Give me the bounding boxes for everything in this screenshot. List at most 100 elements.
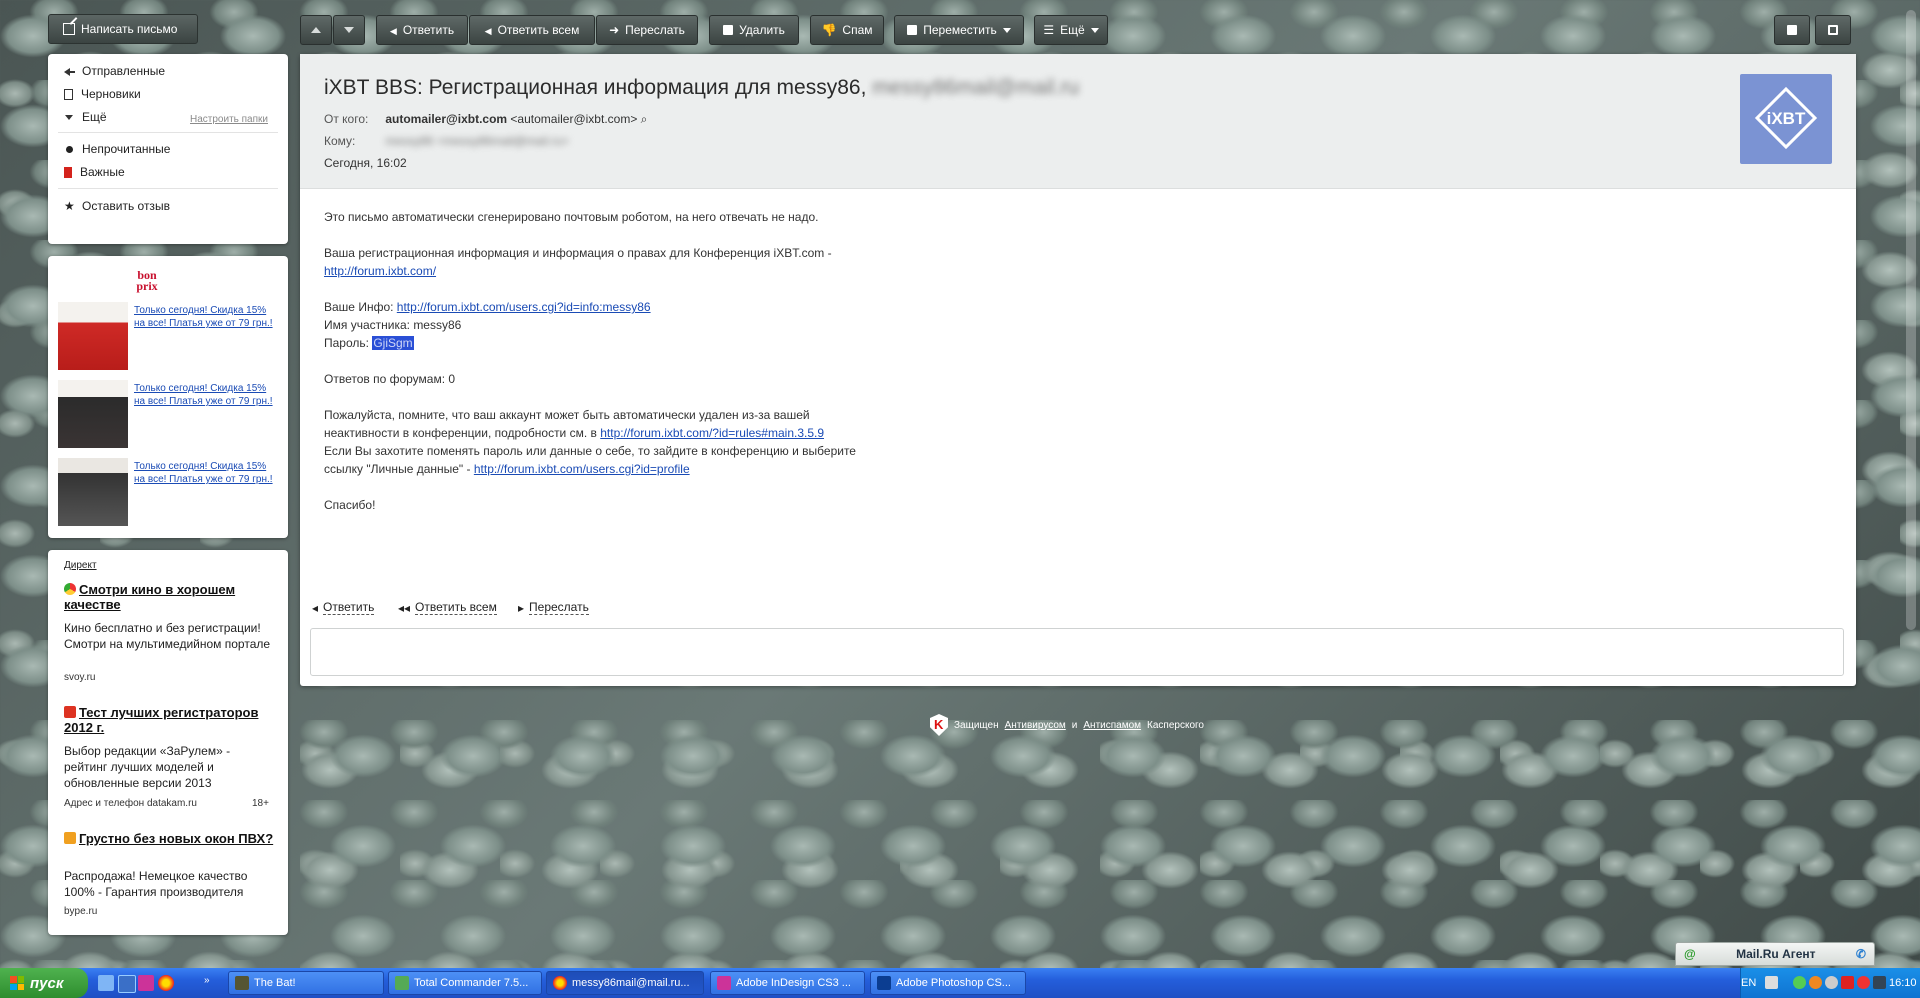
- direct-ad-desc: Распродажа! Немецкое качество 100% - Гар…: [64, 869, 248, 899]
- ad-link[interactable]: Только сегодня! Скидка 15% на все! Плать…: [134, 304, 280, 330]
- folders-panel: Отправленные Черновики Ещё Настроить пап…: [48, 54, 288, 244]
- spam-button[interactable]: 👎 Спам: [810, 15, 884, 45]
- setup-folders-link[interactable]: Настроить папки: [190, 114, 268, 125]
- task-thebat[interactable]: The Bat!: [228, 971, 384, 995]
- age-badge: 18+: [252, 798, 269, 809]
- task-total-commander[interactable]: Total Commander 7.5...: [388, 971, 542, 995]
- from-address[interactable]: <automailer@ixbt.com>: [510, 112, 637, 126]
- reply-button[interactable]: Ответить: [376, 15, 468, 45]
- folder-icon: [907, 25, 918, 35]
- folder-important[interactable]: Важные: [64, 165, 125, 179]
- compose-button[interactable]: Написать письмо: [48, 14, 198, 44]
- divider: [58, 188, 278, 189]
- search-icon[interactable]: ⌕: [641, 112, 648, 126]
- print-button[interactable]: [1774, 15, 1810, 45]
- ad-image[interactable]: [58, 380, 128, 448]
- folder-label: Ещё: [82, 110, 107, 124]
- info-link[interactable]: http://forum.ixbt.com/users.cgi?id=info:…: [397, 300, 651, 314]
- delete-button[interactable]: Удалить: [709, 15, 799, 45]
- indesign-icon: [717, 976, 731, 990]
- to-key: Кому:: [324, 134, 356, 148]
- direct-ad-title[interactable]: Грустно без новых окон ПВХ?: [64, 831, 274, 846]
- tray-app-icon[interactable]: [1841, 976, 1854, 989]
- posts-line: Ответов по форумам: 0: [324, 372, 456, 386]
- folder-unread[interactable]: Непрочитанные: [64, 142, 170, 156]
- profile-link[interactable]: http://forum.ixbt.com/users.cgi?id=profi…: [474, 462, 690, 476]
- page-scrollbar[interactable]: [1906, 10, 1916, 630]
- network-icon[interactable]: [1873, 976, 1886, 989]
- d-logo-icon: [64, 706, 76, 718]
- from-name[interactable]: automailer@ixbt.com: [385, 112, 507, 126]
- quick-reply-input[interactable]: [310, 628, 1844, 676]
- agent-label: Mail.Ru Агент: [1736, 947, 1816, 961]
- folder-label: Черновики: [81, 87, 141, 101]
- taskbar: пуск » The Bat! Total Commander 7.5... m…: [0, 968, 1920, 998]
- direct-ad-title[interactable]: Тест лучших регистраторов 2012 г.: [64, 705, 274, 735]
- sender-logo: iXBT: [1740, 74, 1832, 164]
- bonprix-logo[interactable]: bon prix: [130, 269, 164, 292]
- to-value[interactable]: messy86 <messy86mail@mail.ru>: [385, 134, 569, 148]
- ad-image[interactable]: [58, 458, 128, 526]
- volume-icon[interactable]: [1825, 976, 1838, 989]
- clock[interactable]: 16:10: [1889, 977, 1917, 989]
- footer-reply-all-button[interactable]: ◂◂ Ответить всем: [398, 600, 497, 615]
- reply-icon: [390, 23, 397, 37]
- phone-icon[interactable]: ✆: [1856, 947, 1866, 961]
- folder-drafts[interactable]: Черновики: [64, 87, 141, 101]
- body-link[interactable]: http://forum.ixbt.com/: [324, 264, 436, 278]
- show-desktop-icon[interactable]: [98, 975, 114, 991]
- ad-image[interactable]: [58, 302, 128, 370]
- move-button[interactable]: Переместить: [894, 15, 1024, 45]
- start-button[interactable]: пуск: [0, 968, 88, 998]
- antivirus-tray-icon[interactable]: [1857, 976, 1870, 989]
- folder-sent[interactable]: Отправленные: [64, 64, 165, 78]
- spam-label: Спам: [842, 23, 873, 37]
- info-line: Ваше Инфо: http://forum.ixbt.com/users.c…: [324, 300, 651, 314]
- direct-ad-source[interactable]: svoy.ru: [64, 672, 96, 683]
- task-photoshop[interactable]: Adobe Photoshop CS...: [870, 971, 1026, 995]
- ad-banner-panel: bon prix Только сегодня! Скидка 15% на в…: [48, 256, 288, 538]
- language-indicator[interactable]: EN: [1741, 977, 1756, 989]
- indesign-icon[interactable]: [138, 975, 154, 991]
- quicklaunch-more-icon[interactable]: »: [204, 975, 210, 986]
- direct-ad-source[interactable]: bype.ru: [64, 906, 97, 917]
- message-subject: iXBT BBS: Регистрационная информация для…: [324, 76, 1080, 99]
- star-icon: ★: [64, 199, 75, 213]
- prev-message-button[interactable]: [300, 15, 332, 45]
- ad-link[interactable]: Только сегодня! Скидка 15% на все! Плать…: [134, 460, 280, 486]
- chrome-icon: [553, 976, 567, 990]
- task-mailru-browser[interactable]: messy86mail@mail.ru...: [546, 971, 704, 995]
- feedback-link[interactable]: ★ Оставить отзыв: [64, 199, 170, 213]
- direct-ads-panel: Директ Смотри кино в хорошем качестве Ки…: [48, 550, 288, 935]
- password-value[interactable]: GjiSgm: [372, 336, 414, 350]
- direct-label[interactable]: Директ: [64, 560, 97, 571]
- mailru-agent-bar[interactable]: @ Mail.Ru Агент ✆: [1675, 942, 1875, 966]
- expand-icon: [1828, 25, 1838, 35]
- chrome-icon[interactable]: [158, 975, 174, 991]
- folder-more[interactable]: Ещё: [64, 110, 107, 124]
- windows-logo-icon: [10, 976, 24, 990]
- help-icon[interactable]: [1765, 976, 1778, 989]
- next-message-button[interactable]: [333, 15, 365, 45]
- reply-all-button[interactable]: Ответить всем: [469, 15, 595, 45]
- ad-link[interactable]: Только сегодня! Скидка 15% на все! Плать…: [134, 382, 280, 408]
- direct-ad-source[interactable]: Адрес и телефон datakam.ru: [64, 798, 197, 809]
- rules-link[interactable]: http://forum.ixbt.com/?id=rules#main.3.5…: [600, 426, 824, 440]
- save-icon[interactable]: [118, 975, 136, 993]
- forward-button[interactable]: ➜ Переслать: [596, 15, 698, 45]
- task-indesign[interactable]: Adobe InDesign CS3 ...: [710, 971, 865, 995]
- more-label: Ещё: [1060, 23, 1085, 37]
- footer-reply-button[interactable]: ◂ Ответить: [312, 600, 375, 615]
- tray-app-icon[interactable]: [1793, 976, 1806, 989]
- expand-button[interactable]: [1815, 15, 1851, 45]
- antivirus-link[interactable]: Антивирусом: [1005, 720, 1066, 731]
- reply-all-icon: [485, 23, 492, 37]
- tray-app-icon[interactable]: [1809, 976, 1822, 989]
- total-commander-icon: [395, 976, 409, 990]
- more-button[interactable]: ☰ Ещё: [1034, 15, 1108, 45]
- system-tray: EN 16:10: [1740, 968, 1920, 998]
- photoshop-icon: [877, 976, 891, 990]
- direct-ad-title[interactable]: Смотри кино в хорошем качестве: [64, 582, 274, 612]
- antispam-link[interactable]: Антиспамом: [1083, 720, 1141, 731]
- footer-forward-button[interactable]: ▸ Переслать: [518, 600, 589, 615]
